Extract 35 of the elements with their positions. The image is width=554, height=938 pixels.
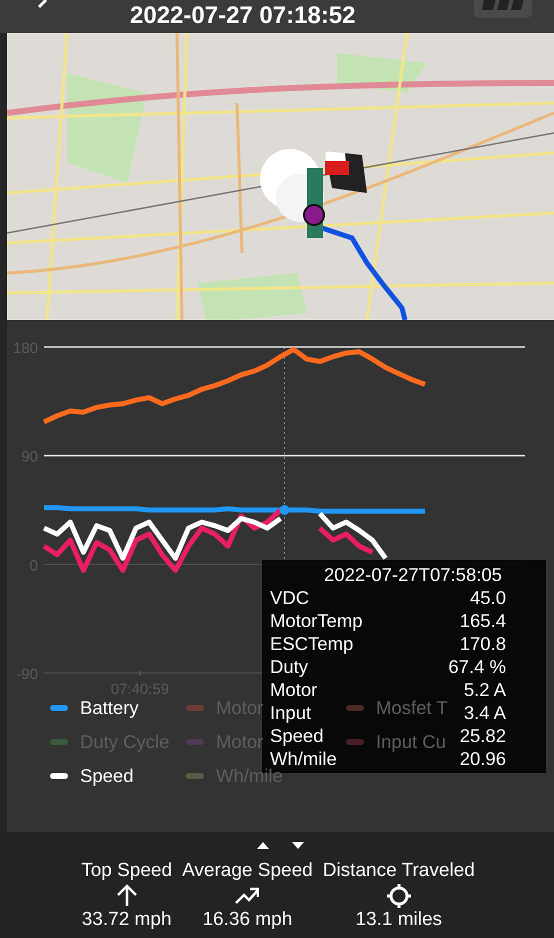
stat-value: 13.1 miles (355, 909, 442, 931)
stat-value: 16.36 mph (202, 909, 292, 931)
tooltip-title: 2022-07-27T07:58:05 (323, 564, 503, 586)
legend-item[interactable]: Input Cu (376, 731, 446, 753)
stat-label: Distance Traveled (322, 860, 475, 882)
legend-item[interactable]: Mosfet T (376, 697, 448, 719)
legend-item[interactable]: Motor (216, 731, 264, 753)
tooltip-label: Input (270, 701, 312, 724)
tooltip-value: 67.4 % (448, 655, 506, 678)
tooltip-value: 170.8 (460, 632, 506, 655)
tooltip-label: Duty (270, 655, 308, 678)
hover-point (280, 505, 290, 515)
tooltip-value: 20.96 (460, 747, 506, 770)
caret-down-icon[interactable] (292, 842, 304, 849)
stat-label: Top Speed (81, 860, 172, 882)
legend-item[interactable]: Motor (216, 697, 264, 719)
tooltip-value: 5.2 A (464, 678, 506, 701)
arrow-up-icon (114, 884, 139, 908)
stat-label: Average Speed (182, 860, 313, 882)
tooltip-label: Motor (270, 678, 318, 701)
tooltip-label: ESCTemp (270, 632, 354, 655)
stat-value: 33.72 mph (82, 909, 172, 931)
tooltip-label: VDC (270, 586, 310, 609)
legend-item[interactable]: Battery (80, 697, 139, 719)
tooltip-label: MotorTemp (270, 609, 363, 632)
tooltip-value: 25.82 (460, 724, 506, 747)
crosshair-icon (386, 884, 411, 908)
tooltip-label: Speed (270, 724, 324, 747)
legend-item[interactable]: Speed (80, 765, 134, 787)
caret-up-icon[interactable] (256, 842, 268, 849)
window-title: 2022-07-27 07:18:52 (130, 1, 356, 31)
tooltip-value: 45.0 (470, 586, 506, 609)
tooltip-value: 3.4 A (464, 701, 506, 724)
tooltip-value: 165.4 (460, 609, 506, 632)
logo-icon (474, 0, 532, 18)
